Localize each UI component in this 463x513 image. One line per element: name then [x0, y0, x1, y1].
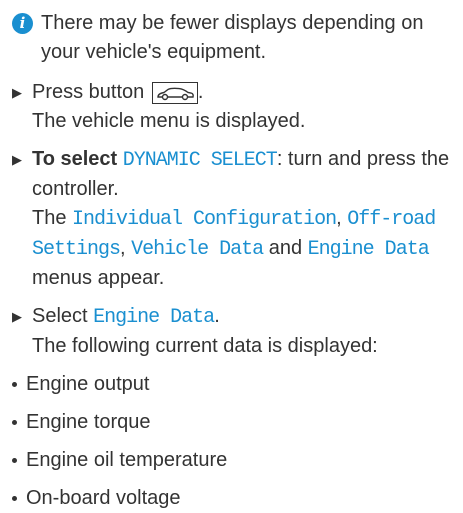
sep-1: , — [336, 207, 342, 229]
car-icon-svg — [157, 87, 194, 101]
step-1-result: The vehicle menu is displayed. — [32, 110, 306, 132]
step-3-suffix: . — [214, 305, 220, 327]
menu-individual-configuration: Individual Configuration — [72, 208, 337, 231]
list-item: On-board voltage — [12, 484, 451, 513]
bullet-text: On-board voltage — [26, 487, 181, 509]
sep-2: , — [120, 237, 126, 259]
bullet-dot — [12, 458, 17, 463]
bullet-text: Engine torque — [26, 411, 151, 433]
step-2-result-pre: The — [32, 207, 67, 229]
info-note-text: There may be fewer displays depending on… — [41, 12, 424, 63]
dynamic-select-code: DYNAMIC SELECT — [122, 149, 278, 172]
bullet-dot — [12, 382, 17, 387]
step-press-button: ▶ Press button . The vehicle menu is dis… — [12, 78, 451, 136]
menu-engine-data: Engine Data — [307, 238, 430, 261]
step-3-prefix: Select — [32, 305, 88, 327]
list-item: Engine output — [12, 370, 451, 399]
engine-data-code: Engine Data — [93, 306, 215, 329]
car-icon — [151, 82, 198, 104]
info-icon: i — [12, 13, 33, 34]
step-dynamic-select: ▶ To select DYNAMIC SELECT: turn and pre… — [12, 145, 451, 293]
step-2-result-post: menus appear. — [32, 267, 165, 289]
info-note: i There may be fewer displays depending … — [12, 9, 451, 67]
step-1-suffix: . — [197, 81, 204, 103]
step-2-bold: To select — [32, 148, 118, 170]
list-item: Engine oil temperature — [12, 446, 451, 475]
bullet-text: Engine oil temperature — [26, 449, 228, 471]
menu-vehicle-data: Vehicle Data — [131, 238, 264, 261]
step-2-result: The Individual Configuration, Off-road S… — [32, 204, 451, 293]
step-arrow-icon: ▶ — [12, 152, 22, 167]
step-1-prefix: Press button — [32, 81, 145, 103]
step-3-result: The following current data is displayed: — [32, 335, 378, 357]
bullet-dot — [12, 496, 17, 501]
bullet-text: Engine output — [26, 373, 150, 395]
sep-3: and — [268, 237, 303, 259]
step-select-engine-data: ▶ Select Engine Data. The following curr… — [12, 302, 451, 361]
list-item: Engine torque — [12, 408, 451, 437]
step-arrow-icon: ▶ — [12, 309, 22, 324]
page: i There may be fewer displays depending … — [0, 0, 463, 509]
bullet-dot — [12, 420, 17, 425]
step-arrow-icon: ▶ — [12, 85, 22, 100]
